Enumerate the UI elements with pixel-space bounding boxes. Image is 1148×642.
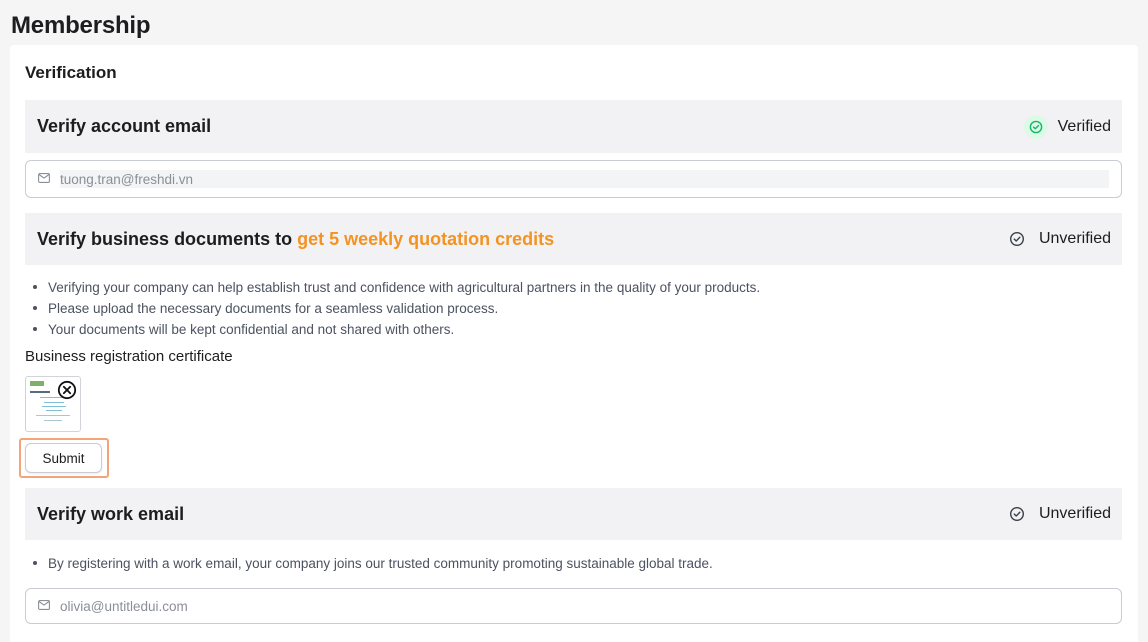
status-label: Verified — [1057, 117, 1111, 135]
work-email-info-list: By registering with a work email, your c… — [25, 553, 713, 574]
verify-business-documents-title: Verify business documents to get 5 weekl… — [37, 228, 555, 249]
list-item: By registering with a work email, your c… — [25, 553, 713, 574]
business-documents-info-list: Verifying your company can help establis… — [25, 277, 760, 340]
account-email-status: Verified — [1023, 100, 1111, 153]
business-documents-status: Unverified — [1005, 213, 1111, 265]
page-title: Membership — [11, 12, 151, 39]
mail-icon — [38, 173, 52, 185]
status-label: Unverified — [1038, 505, 1111, 522]
account-email-field[interactable]: tuong.tran@freshdi.vn — [25, 160, 1122, 198]
certificate-label: Business registration certificate — [25, 348, 233, 365]
verify-work-email-row: Verify work email Unverified — [25, 488, 1122, 540]
certificate-thumbnail[interactable] — [25, 376, 81, 432]
account-email-value: tuong.tran@freshdi.vn — [60, 171, 194, 187]
work-email-input[interactable]: olivia@untitledui.com — [60, 599, 188, 614]
status-label: Unverified — [1038, 230, 1111, 247]
verify-account-email-row: Verify account email Verified — [25, 100, 1122, 153]
work-email-field[interactable]: olivia@untitledui.com — [25, 588, 1122, 624]
section-title: Verification — [25, 63, 117, 82]
check-circle-icon — [1005, 502, 1029, 526]
check-circle-icon — [1005, 227, 1029, 251]
quotation-credits-highlight: get 5 weekly quotation credits — [297, 228, 555, 249]
list-item: Verifying your company can help establis… — [25, 277, 760, 298]
submit-button[interactable]: Submit — [25, 443, 102, 473]
verify-work-email-title: Verify work email — [37, 503, 185, 524]
verify-account-email-title: Verify account email — [37, 116, 212, 136]
list-item: Please upload the necessary documents fo… — [25, 298, 760, 319]
verify-business-documents-row: Verify business documents to get 5 weekl… — [25, 213, 1122, 265]
verification-card: Verification Verify account email Verifi… — [10, 45, 1138, 642]
remove-file-icon[interactable] — [57, 380, 77, 400]
work-email-status: Unverified — [1005, 488, 1111, 540]
list-item: Your documents will be kept confidential… — [25, 319, 760, 340]
mail-icon — [38, 600, 52, 612]
submit-focus-ring: Submit — [19, 438, 109, 478]
check-circle-icon — [1023, 114, 1048, 139]
